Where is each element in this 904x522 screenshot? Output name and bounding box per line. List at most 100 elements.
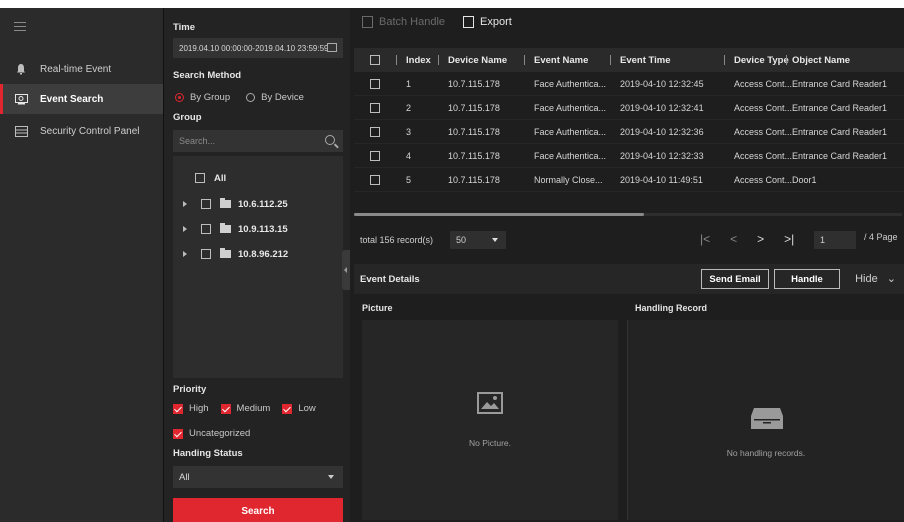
cell-event-name: Face Authentica... xyxy=(534,103,607,113)
image-placeholder-icon xyxy=(477,392,503,417)
batch-handle-button[interactable]: Batch Handle xyxy=(362,16,445,28)
nav-item-label: Real-time Event xyxy=(40,63,112,75)
high-checkbox[interactable] xyxy=(173,403,183,414)
chevron-down-icon: ⌄ xyxy=(886,273,896,285)
header-event-time[interactable]: Event Time xyxy=(620,48,671,72)
tree-node[interactable]: 10.8.96.212 xyxy=(183,244,288,264)
table-row[interactable]: 2 10.7.115.178 Face Authentica... 2019-0… xyxy=(354,96,904,120)
tree-node[interactable]: 10.9.113.15 xyxy=(183,219,288,239)
total-pages: / 4 Page xyxy=(864,232,898,242)
group-search-input[interactable]: Search... xyxy=(173,130,343,152)
hide-label: Hide xyxy=(855,273,878,285)
no-picture-text: No Picture. xyxy=(468,438,512,448)
collapse-panel-handle[interactable] xyxy=(342,250,350,290)
nav-item-realtime-event[interactable]: Real-time Event xyxy=(0,54,163,84)
last-page-icon[interactable]: >| xyxy=(784,232,794,246)
header-event-name[interactable]: Event Name xyxy=(534,48,588,72)
panel-icon xyxy=(14,125,28,137)
expand-arrow-icon[interactable] xyxy=(183,201,187,207)
folder-icon xyxy=(220,198,231,208)
menu-icon[interactable] xyxy=(14,22,26,32)
handling-status-select[interactable]: All xyxy=(173,466,343,488)
low-checkbox[interactable] xyxy=(282,403,293,414)
table-row[interactable]: 5 10.7.115.178 Normally Close... 2019-04… xyxy=(354,168,904,192)
window-top-strip xyxy=(0,0,904,8)
chevron-down-icon xyxy=(492,238,498,242)
select-all-checkbox[interactable] xyxy=(370,55,380,65)
nav-item-event-search[interactable]: Event Search xyxy=(0,84,163,114)
search-button[interactable]: Search xyxy=(173,498,343,522)
uncategorized-checkbox[interactable] xyxy=(173,428,183,439)
cell-object-name: Entrance Card Reader1 xyxy=(792,103,888,113)
high-label: High xyxy=(189,403,209,414)
by-group-label: By Group xyxy=(190,92,231,103)
export-button[interactable]: Export xyxy=(463,16,512,28)
calendar-icon[interactable] xyxy=(327,43,337,52)
first-page-icon[interactable]: |< xyxy=(700,232,710,246)
header-device-name[interactable]: Device Name xyxy=(448,48,507,72)
header-device-type[interactable]: Device Type xyxy=(734,48,789,72)
next-page-icon[interactable]: > xyxy=(757,232,764,246)
row-checkbox[interactable] xyxy=(370,103,380,113)
group-tree: All 10.6.112.25 10.9.113.15 10.8.96.212 xyxy=(173,156,343,378)
tree-node-label: 10.6.112.25 xyxy=(238,198,288,210)
cell-event-name: Face Authentica... xyxy=(534,79,607,89)
tree-node[interactable]: 10.6.112.25 xyxy=(183,194,288,214)
row-checkbox[interactable] xyxy=(370,127,380,137)
handle-button[interactable]: Handle xyxy=(774,269,840,289)
handling-record-label: Handling Record xyxy=(635,303,708,313)
cell-event-time: 2019-04-10 12:32:33 xyxy=(620,151,704,161)
folder-icon xyxy=(220,248,231,258)
row-checkbox[interactable] xyxy=(370,175,380,185)
table-row[interactable]: 4 10.7.115.178 Face Authentica... 2019-0… xyxy=(354,144,904,168)
all-checkbox[interactable] xyxy=(195,173,205,183)
header-object-name[interactable]: Object Name xyxy=(792,48,850,72)
tree-node-label: 10.9.113.15 xyxy=(238,223,288,235)
table-row[interactable]: 1 10.7.115.178 Face Authentica... 2019-0… xyxy=(354,72,904,96)
time-range-value: 2019.04.10 00:00:00-2019.04.10 23:59:59 xyxy=(179,43,329,53)
send-email-button[interactable]: Send Email xyxy=(701,269,769,289)
prev-page-icon[interactable]: < xyxy=(730,232,737,246)
event-details-title: Event Details xyxy=(360,273,420,285)
monitor-search-icon xyxy=(14,93,28,105)
node-checkbox[interactable] xyxy=(201,199,211,209)
cell-event-time: 2019-04-10 12:32:36 xyxy=(620,127,704,137)
expand-arrow-icon[interactable] xyxy=(183,251,187,257)
row-checkbox[interactable] xyxy=(370,151,380,161)
search-filter-panel: Time 2019.04.10 00:00:00-2019.04.10 23:5… xyxy=(163,8,350,522)
by-device-radio[interactable] xyxy=(246,93,256,102)
table-header: Index Device Name Event Name Event Time … xyxy=(354,48,904,72)
node-checkbox[interactable] xyxy=(201,249,211,259)
horizontal-scrollbar[interactable] xyxy=(354,213,644,216)
cell-event-name: Face Authentica... xyxy=(534,151,607,161)
table-row[interactable]: 3 10.7.115.178 Face Authentica... 2019-0… xyxy=(354,120,904,144)
search-icon[interactable] xyxy=(325,135,335,145)
time-range-field[interactable]: 2019.04.10 00:00:00-2019.04.10 23:59:59 xyxy=(173,38,343,58)
node-checkbox[interactable] xyxy=(201,224,211,234)
page-size-select[interactable]: 50 xyxy=(450,231,506,249)
row-checkbox[interactable] xyxy=(370,79,380,89)
medium-checkbox[interactable] xyxy=(220,403,231,414)
by-group-radio[interactable] xyxy=(175,93,184,102)
hide-toggle[interactable]: Hide ⌄ xyxy=(855,272,896,285)
tree-all-row[interactable]: All xyxy=(195,168,226,188)
picture-panel: No Picture. xyxy=(362,320,618,520)
priority-options: High Medium Low xyxy=(173,403,328,414)
cell-event-time: 2019-04-10 11:49:51 xyxy=(620,175,703,185)
folder-icon xyxy=(220,223,231,233)
cell-device-type: Access Cont... xyxy=(734,103,793,113)
search-method-options: By Group By Device xyxy=(175,92,304,103)
cell-event-name: Normally Close... xyxy=(534,175,603,185)
cell-object-name: Door1 xyxy=(792,175,817,185)
cell-device-name: 10.7.115.178 xyxy=(448,103,500,113)
nav-item-security-control-panel[interactable]: Security Control Panel xyxy=(0,116,163,146)
pagination: total 156 record(s) 50 |< < > >| 1 / 4 P… xyxy=(354,228,904,252)
expand-arrow-icon[interactable] xyxy=(183,226,187,232)
cell-index: 3 xyxy=(406,127,412,137)
picture-label: Picture xyxy=(362,303,393,313)
page-number-input[interactable]: 1 xyxy=(814,231,856,249)
header-index[interactable]: Index xyxy=(406,48,431,72)
search-method-label: Search Method xyxy=(173,70,242,81)
cell-device-type: Access Cont... xyxy=(734,175,793,185)
cell-device-name: 10.7.115.178 xyxy=(448,151,500,161)
